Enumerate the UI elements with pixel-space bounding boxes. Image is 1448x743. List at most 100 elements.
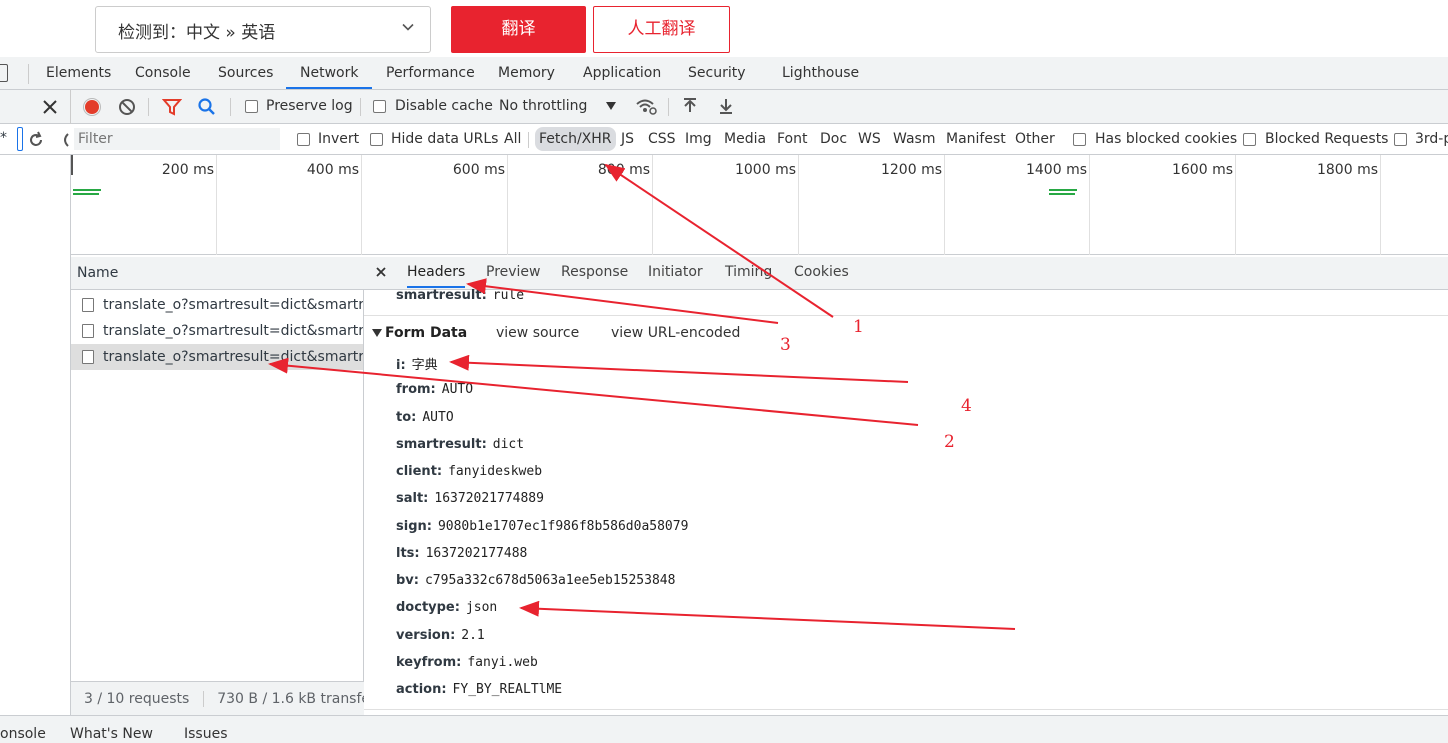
invert-checkbox[interactable]: [297, 133, 310, 146]
has-blocked-cookies-checkbox[interactable]: [1073, 133, 1086, 146]
tab-preview[interactable]: Preview: [486, 264, 541, 280]
section-divider: [364, 709, 1448, 710]
timeline-tick-label: 800 ms: [597, 162, 650, 178]
tab-security[interactable]: Security: [688, 57, 746, 89]
clear-icon[interactable]: [118, 98, 136, 116]
import-har-icon[interactable]: [682, 97, 698, 115]
record-icon[interactable]: [82, 97, 102, 117]
third-party-checkbox[interactable]: [1394, 133, 1407, 146]
throttling-select[interactable]: No throttling: [499, 98, 587, 114]
form-row-keyfrom: keyfrom: fanyi.web: [396, 655, 538, 670]
form-row-client: client: fanyideskweb: [396, 464, 543, 479]
search-icon[interactable]: [197, 97, 217, 117]
type-doc[interactable]: Doc: [820, 131, 847, 147]
filter-input[interactable]: [74, 128, 280, 150]
timeline-gridline: [1235, 155, 1236, 255]
divider: [360, 98, 361, 116]
timeline-gridline: [944, 155, 945, 255]
drawer-tab-issues[interactable]: Issues: [184, 726, 228, 742]
timeline-tick-label: 1000 ms: [734, 162, 796, 178]
drawer-tab-console[interactable]: onsole: [0, 726, 46, 742]
tab-timing[interactable]: Timing: [725, 264, 772, 280]
annotation-label-2: 2: [944, 432, 955, 452]
type-other[interactable]: Other: [1015, 131, 1055, 147]
filter-icon[interactable]: [162, 98, 182, 116]
drawer-tab-whats-new[interactable]: What's New: [70, 726, 153, 742]
view-source-link[interactable]: view source: [496, 325, 579, 341]
timeline-tick-label: 1600 ms: [1171, 162, 1233, 178]
hide-data-urls-label: Hide data URLs: [391, 131, 499, 147]
tab-console[interactable]: Console: [135, 57, 191, 89]
close-icon[interactable]: [42, 99, 58, 115]
request-row[interactable]: translate_o?smartresult=dict&smartr...: [71, 292, 363, 318]
request-row-selected[interactable]: translate_o?smartresult=dict&smartr...: [71, 344, 363, 370]
tab-performance[interactable]: Performance: [386, 57, 475, 89]
left-gutter: [0, 155, 71, 715]
request-summary: 3 / 10 requests 730 B / 1.6 kB transferr: [71, 681, 364, 715]
triangle-down-icon[interactable]: [372, 329, 382, 337]
language-select[interactable]: 检测到：中文 » 英语: [95, 6, 431, 53]
disable-cache-checkbox[interactable]: [373, 100, 386, 113]
timeline-gridline: [652, 155, 653, 255]
divider: [230, 98, 231, 116]
tab-cookies[interactable]: Cookies: [794, 264, 849, 280]
type-font[interactable]: Font: [777, 131, 807, 147]
translate-button[interactable]: 翻译: [451, 6, 586, 53]
form-row-lts: lts: 1637202177488: [396, 546, 528, 561]
tab-response[interactable]: Response: [561, 264, 628, 280]
tab-sources[interactable]: Sources: [218, 57, 273, 89]
type-fetch-xhr[interactable]: Fetch/XHR: [535, 127, 616, 151]
type-all[interactable]: All: [504, 131, 521, 147]
export-har-icon[interactable]: [718, 97, 734, 115]
blocked-requests-checkbox[interactable]: [1243, 133, 1256, 146]
type-media[interactable]: Media: [724, 131, 766, 147]
panel-toggle-icon[interactable]: [17, 127, 23, 151]
tab-application[interactable]: Application: [583, 57, 661, 89]
divider: [70, 90, 71, 124]
close-icon[interactable]: [376, 267, 386, 277]
tab-memory[interactable]: Memory: [498, 57, 555, 89]
type-ws[interactable]: WS: [858, 131, 881, 147]
document-icon: [82, 324, 94, 338]
form-row-to: to: AUTO: [396, 410, 454, 425]
type-js[interactable]: JS: [621, 131, 634, 147]
type-img[interactable]: Img: [685, 131, 712, 147]
divider: [148, 98, 149, 116]
request-row[interactable]: translate_o?smartresult=dict&smartr...: [71, 318, 363, 344]
network-conditions-icon[interactable]: [635, 97, 657, 117]
divider: [202, 691, 204, 707]
tab-network[interactable]: Network: [286, 57, 373, 89]
annotation-label-1: 1: [853, 317, 864, 337]
header-key: smartresult:: [396, 288, 487, 303]
asterisk-icon: *: [0, 130, 7, 146]
request-bar: [73, 193, 99, 195]
hide-data-urls-checkbox[interactable]: [370, 133, 383, 146]
timeline-overview[interactable]: 200 ms 400 ms 600 ms 800 ms 1000 ms 1200…: [71, 155, 1448, 255]
column-header-name[interactable]: Name: [71, 257, 364, 290]
view-url-encoded-link[interactable]: view URL-encoded: [611, 325, 740, 341]
drawer-tabbar: onsole What's New Issues: [0, 715, 1448, 743]
request-bar: [1049, 193, 1075, 195]
request-bar: [73, 189, 101, 191]
form-data-title[interactable]: Form Data: [385, 325, 467, 341]
tab-initiator[interactable]: Initiator: [648, 264, 703, 280]
reload-icon[interactable]: [27, 131, 45, 149]
type-css[interactable]: CSS: [648, 131, 676, 147]
form-row-version: version: 2.1: [396, 628, 485, 643]
form-row-bv: bv: c795a332c678d5063a1ee5eb15253848: [396, 573, 676, 588]
timeline-marker: [71, 155, 73, 175]
timeline-tick-label: 1200 ms: [880, 162, 942, 178]
tab-lighthouse[interactable]: Lighthouse: [782, 57, 859, 89]
type-wasm[interactable]: Wasm: [893, 131, 935, 147]
timeline-gridline: [507, 155, 508, 255]
preserve-log-checkbox[interactable]: [245, 100, 258, 113]
web-page-top: 检测到：中文 » 英语 翻译 人工翻译: [0, 0, 1448, 57]
disable-cache-label: Disable cache: [395, 98, 493, 114]
header-row: smartresult: rule: [396, 288, 524, 303]
type-manifest[interactable]: Manifest: [946, 131, 1006, 147]
device-toggle-icon[interactable]: [0, 64, 8, 82]
request-count: 3 / 10 requests: [84, 691, 190, 707]
human-translate-button[interactable]: 人工翻译: [593, 6, 730, 53]
tab-elements[interactable]: Elements: [46, 57, 111, 89]
tab-headers[interactable]: Headers: [407, 264, 466, 288]
